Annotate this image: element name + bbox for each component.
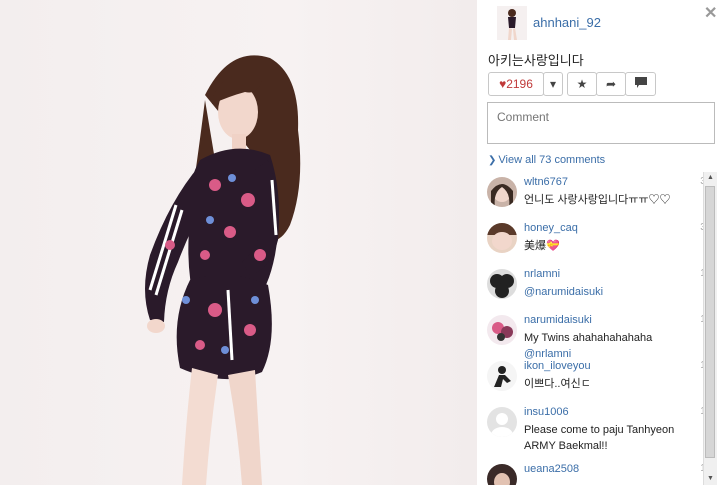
- comment-item: ikon_iloveyou 이쁘다..여신ㄷ 1w: [478, 356, 703, 404]
- comment-text: Please come to paju Tanhyeon ARMY Baekma…: [524, 424, 675, 452]
- commenter-username[interactable]: nrlamni: [524, 268, 560, 280]
- comment-item: nrlamni @narumidaisuki 1w: [478, 264, 703, 312]
- commenter-username[interactable]: narumidaisuki: [524, 314, 592, 326]
- commenter-username[interactable]: ikon_iloveyou: [524, 360, 591, 372]
- commenter-avatar[interactable]: [487, 361, 517, 391]
- scroll-up-arrow-icon[interactable]: ▲: [704, 172, 717, 184]
- caret-down-icon: ▾: [549, 77, 557, 91]
- chevron-down-icon: ❯: [488, 155, 497, 166]
- comment-scrollbar[interactable]: ▲ ▼: [703, 172, 717, 485]
- commenter-username[interactable]: insu1006: [524, 406, 569, 418]
- share-button[interactable]: ➦: [596, 72, 626, 96]
- comment-input[interactable]: [487, 102, 715, 144]
- comment-button[interactable]: [625, 72, 656, 96]
- comment-text: 언니도 사랑사랑입니다ㅠㅠ♡♡: [524, 194, 671, 206]
- speech-bubble-icon: [634, 77, 647, 91]
- comment-mention[interactable]: @narumidaisuki: [524, 286, 603, 298]
- comment-list[interactable]: wltn6767 언니도 사랑사랑입니다ㅠㅠ♡♡ 3w honey_caq 美爆…: [478, 172, 703, 485]
- like-dropdown-button[interactable]: ▾: [543, 72, 563, 96]
- commenter-avatar[interactable]: [487, 407, 517, 437]
- commenter-username[interactable]: wltn6767: [524, 176, 568, 188]
- comment-text: 美爆💝: [524, 240, 560, 252]
- post-photo: [0, 0, 477, 485]
- owner-avatar[interactable]: [497, 6, 527, 40]
- comment-text: My Twins ahahahahahaha: [524, 332, 653, 344]
- comment-item: honey_caq 美爆💝 3w: [478, 218, 703, 266]
- scroll-down-arrow-icon[interactable]: ▼: [704, 473, 717, 485]
- share-icon: ➦: [605, 77, 617, 91]
- close-icon[interactable]: ✕: [704, 3, 717, 23]
- commenter-avatar[interactable]: [487, 223, 517, 253]
- heart-icon: ♥: [499, 77, 507, 91]
- scroll-thumb[interactable]: [705, 186, 715, 458]
- comment-item: wltn6767 언니도 사랑사랑입니다ㅠㅠ♡♡ 3w: [478, 172, 703, 220]
- like-button[interactable]: ♥ 2196: [488, 72, 544, 96]
- like-count: 2196: [506, 77, 533, 91]
- post-caption: 아키는사랑입니다: [488, 53, 584, 68]
- commenter-avatar[interactable]: [487, 315, 517, 345]
- view-all-comments-link[interactable]: ❯ View all 73 comments: [488, 154, 605, 166]
- favorite-button[interactable]: ★: [567, 72, 597, 96]
- owner-username[interactable]: ahnhani_92: [533, 15, 601, 30]
- comment-item: insu1006 Please come to paju Tanhyeon AR…: [478, 402, 703, 462]
- commenter-avatar[interactable]: [487, 177, 517, 207]
- star-icon: ★: [576, 77, 588, 91]
- comment-text: 이쁘다..여신ㄷ: [524, 378, 591, 390]
- comment-item: narumidaisuki My Twins ahahahahahaha @nr…: [478, 310, 703, 360]
- commenter-avatar[interactable]: [487, 269, 517, 299]
- comment-item: ueana2508 1w: [478, 459, 703, 485]
- commenter-username[interactable]: ueana2508: [524, 463, 579, 475]
- commenter-username[interactable]: honey_caq: [524, 222, 578, 234]
- commenter-avatar[interactable]: [487, 464, 517, 485]
